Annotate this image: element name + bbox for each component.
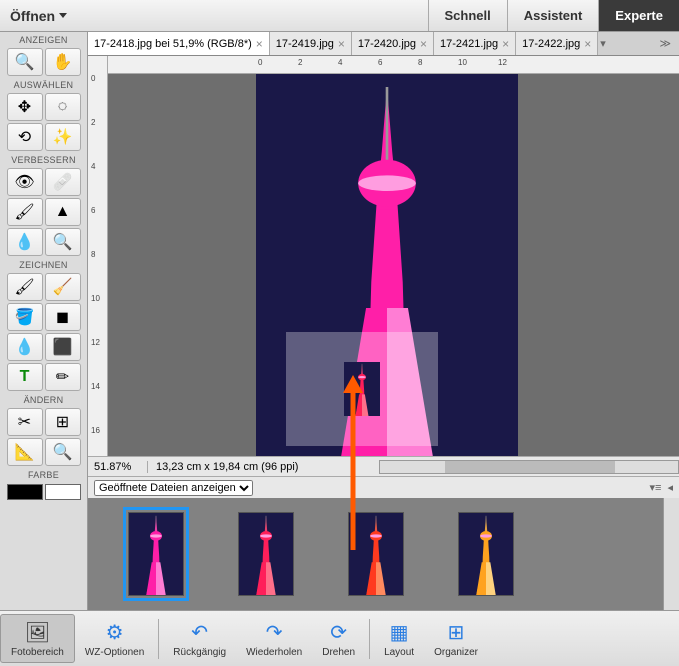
undo-button[interactable]: ↶ Rückgängig [163,615,236,662]
straighten-tool[interactable]: 📐 [7,438,43,466]
doc-tab[interactable]: 17-2419.jpg× [270,32,352,55]
tab-experte[interactable]: Experte [598,0,679,31]
text-tool[interactable]: T [7,363,43,391]
wand-tool[interactable]: ✨ [45,123,81,151]
brush-tool[interactable]: 🖌 [7,273,43,301]
organizer-button[interactable]: ⊞ Organizer [424,615,488,662]
doc-tab[interactable]: 17-2422.jpg× [516,32,598,55]
close-icon[interactable]: × [502,37,509,51]
section-anzeigen: ANZEIGEN [0,32,87,47]
tools-panel: ANZEIGEN 🔍 ✋ AUSWÄHLEN ✥ ◌ ⟲ ✨ VERBESSER… [0,32,88,610]
close-icon[interactable]: × [584,37,591,51]
fill-tool[interactable]: 🪣 [7,303,43,331]
filmstrip [88,498,679,610]
redeye-tool[interactable]: 👁 [7,168,43,196]
tool-options-icon: ⚙ [102,619,128,645]
eyedropper-tool[interactable]: 💧 [7,333,43,361]
section-aendern: ÄNDERN [0,392,87,407]
section-farbe: FARBE [0,467,87,482]
tab-overflow-icon[interactable]: ≫ [659,37,671,50]
canvas[interactable] [108,74,679,456]
undo-icon: ↶ [187,619,213,645]
close-panel-icon[interactable]: ◂ [667,481,673,494]
crop-tool[interactable]: ✂ [7,408,43,436]
vertical-ruler: 0 2 4 6 8 10 12 14 16 [88,56,108,456]
background-color[interactable] [45,484,81,500]
horizontal-scrollbar[interactable] [379,460,679,474]
filmstrip-scrollbar[interactable] [663,498,679,610]
move-tool[interactable]: ✥ [7,93,43,121]
shape-tool[interactable]: ⬛ [45,333,81,361]
redo-icon: ↷ [261,619,287,645]
hand-tool[interactable]: ✋ [45,48,81,76]
wz-optionen-button[interactable]: ⚙ WZ-Optionen [75,615,154,662]
tab-dropdown-icon[interactable]: ▾ [600,37,606,50]
filmstrip-thumb[interactable] [128,512,184,596]
gradient-tool[interactable]: ◼ [45,303,81,331]
eraser-tool[interactable]: 🧹 [45,273,81,301]
bottom-toolbar: 🖼 Fotobereich ⚙ WZ-Optionen ↶ Rückgängig… [0,610,679,666]
pencil-tool[interactable]: ✏ [45,363,81,391]
layout-button[interactable]: ▦ Layout [374,615,424,662]
photo-bin-icon: 🖼 [24,619,50,645]
clone-stamp-tool[interactable]: ▲ [45,198,81,226]
recompose-tool[interactable]: ⊞ [45,408,81,436]
divider [369,619,370,659]
layout-icon: ▦ [386,619,412,645]
filmstrip-thumb[interactable] [238,512,294,596]
menu-icon[interactable]: ▾≡ [650,481,662,494]
doc-tab[interactable]: 17-2420.jpg× [352,32,434,55]
doc-tab-active[interactable]: 17-2418.jpg bei 51,9% (RGB/8*) × [88,32,270,55]
smart-brush-tool[interactable]: 🖌 [7,198,43,226]
sponge-tool[interactable]: 🔍 [45,228,81,256]
close-icon[interactable]: × [338,37,345,51]
dimensions-label: 13,23 cm x 19,84 cm (96 ppi) [148,461,306,473]
close-icon[interactable]: × [420,37,427,51]
section-verbessern: VERBESSERN [0,152,87,167]
lasso-tool[interactable]: ⟲ [7,123,43,151]
horizontal-ruler: 0 2 4 6 8 10 12 [108,56,679,74]
organizer-icon: ⊞ [443,619,469,645]
document-tabs: 17-2418.jpg bei 51,9% (RGB/8*) × 17-2419… [88,32,679,56]
marquee-tool[interactable]: ◌ [45,93,81,121]
status-bar: 51.87% 13,23 cm x 19,84 cm (96 ppi) [88,456,679,476]
zoom-value[interactable]: 51.87% [88,461,148,473]
drag-preview [286,332,438,446]
divider [158,619,159,659]
cookie-cutter-tool[interactable]: 🔍 [45,438,81,466]
spot-heal-tool[interactable]: 🩹 [45,168,81,196]
section-zeichnen: ZEICHNEN [0,257,87,272]
tab-schnell[interactable]: Schnell [428,0,507,31]
filmstrip-thumb[interactable] [348,512,404,596]
filmstrip-thumb[interactable] [458,512,514,596]
section-auswaehlen: AUSWÄHLEN [0,77,87,92]
foreground-color[interactable] [7,484,43,500]
open-files-dropdown[interactable]: Geöffnete Dateien anzeigen [94,480,253,496]
zoom-tool[interactable]: 🔍 [7,48,43,76]
blur-tool[interactable]: 💧 [7,228,43,256]
drehen-button[interactable]: ⟳ Drehen [312,615,365,662]
fotobereich-button[interactable]: 🖼 Fotobereich [0,614,75,663]
close-icon[interactable]: × [256,37,263,51]
rotate-icon: ⟳ [326,619,352,645]
tab-assistent[interactable]: Assistent [507,0,599,31]
open-menu[interactable]: Öffnen [10,8,67,24]
doc-tab[interactable]: 17-2421.jpg× [434,32,516,55]
redo-button[interactable]: ↷ Wiederholen [236,615,312,662]
